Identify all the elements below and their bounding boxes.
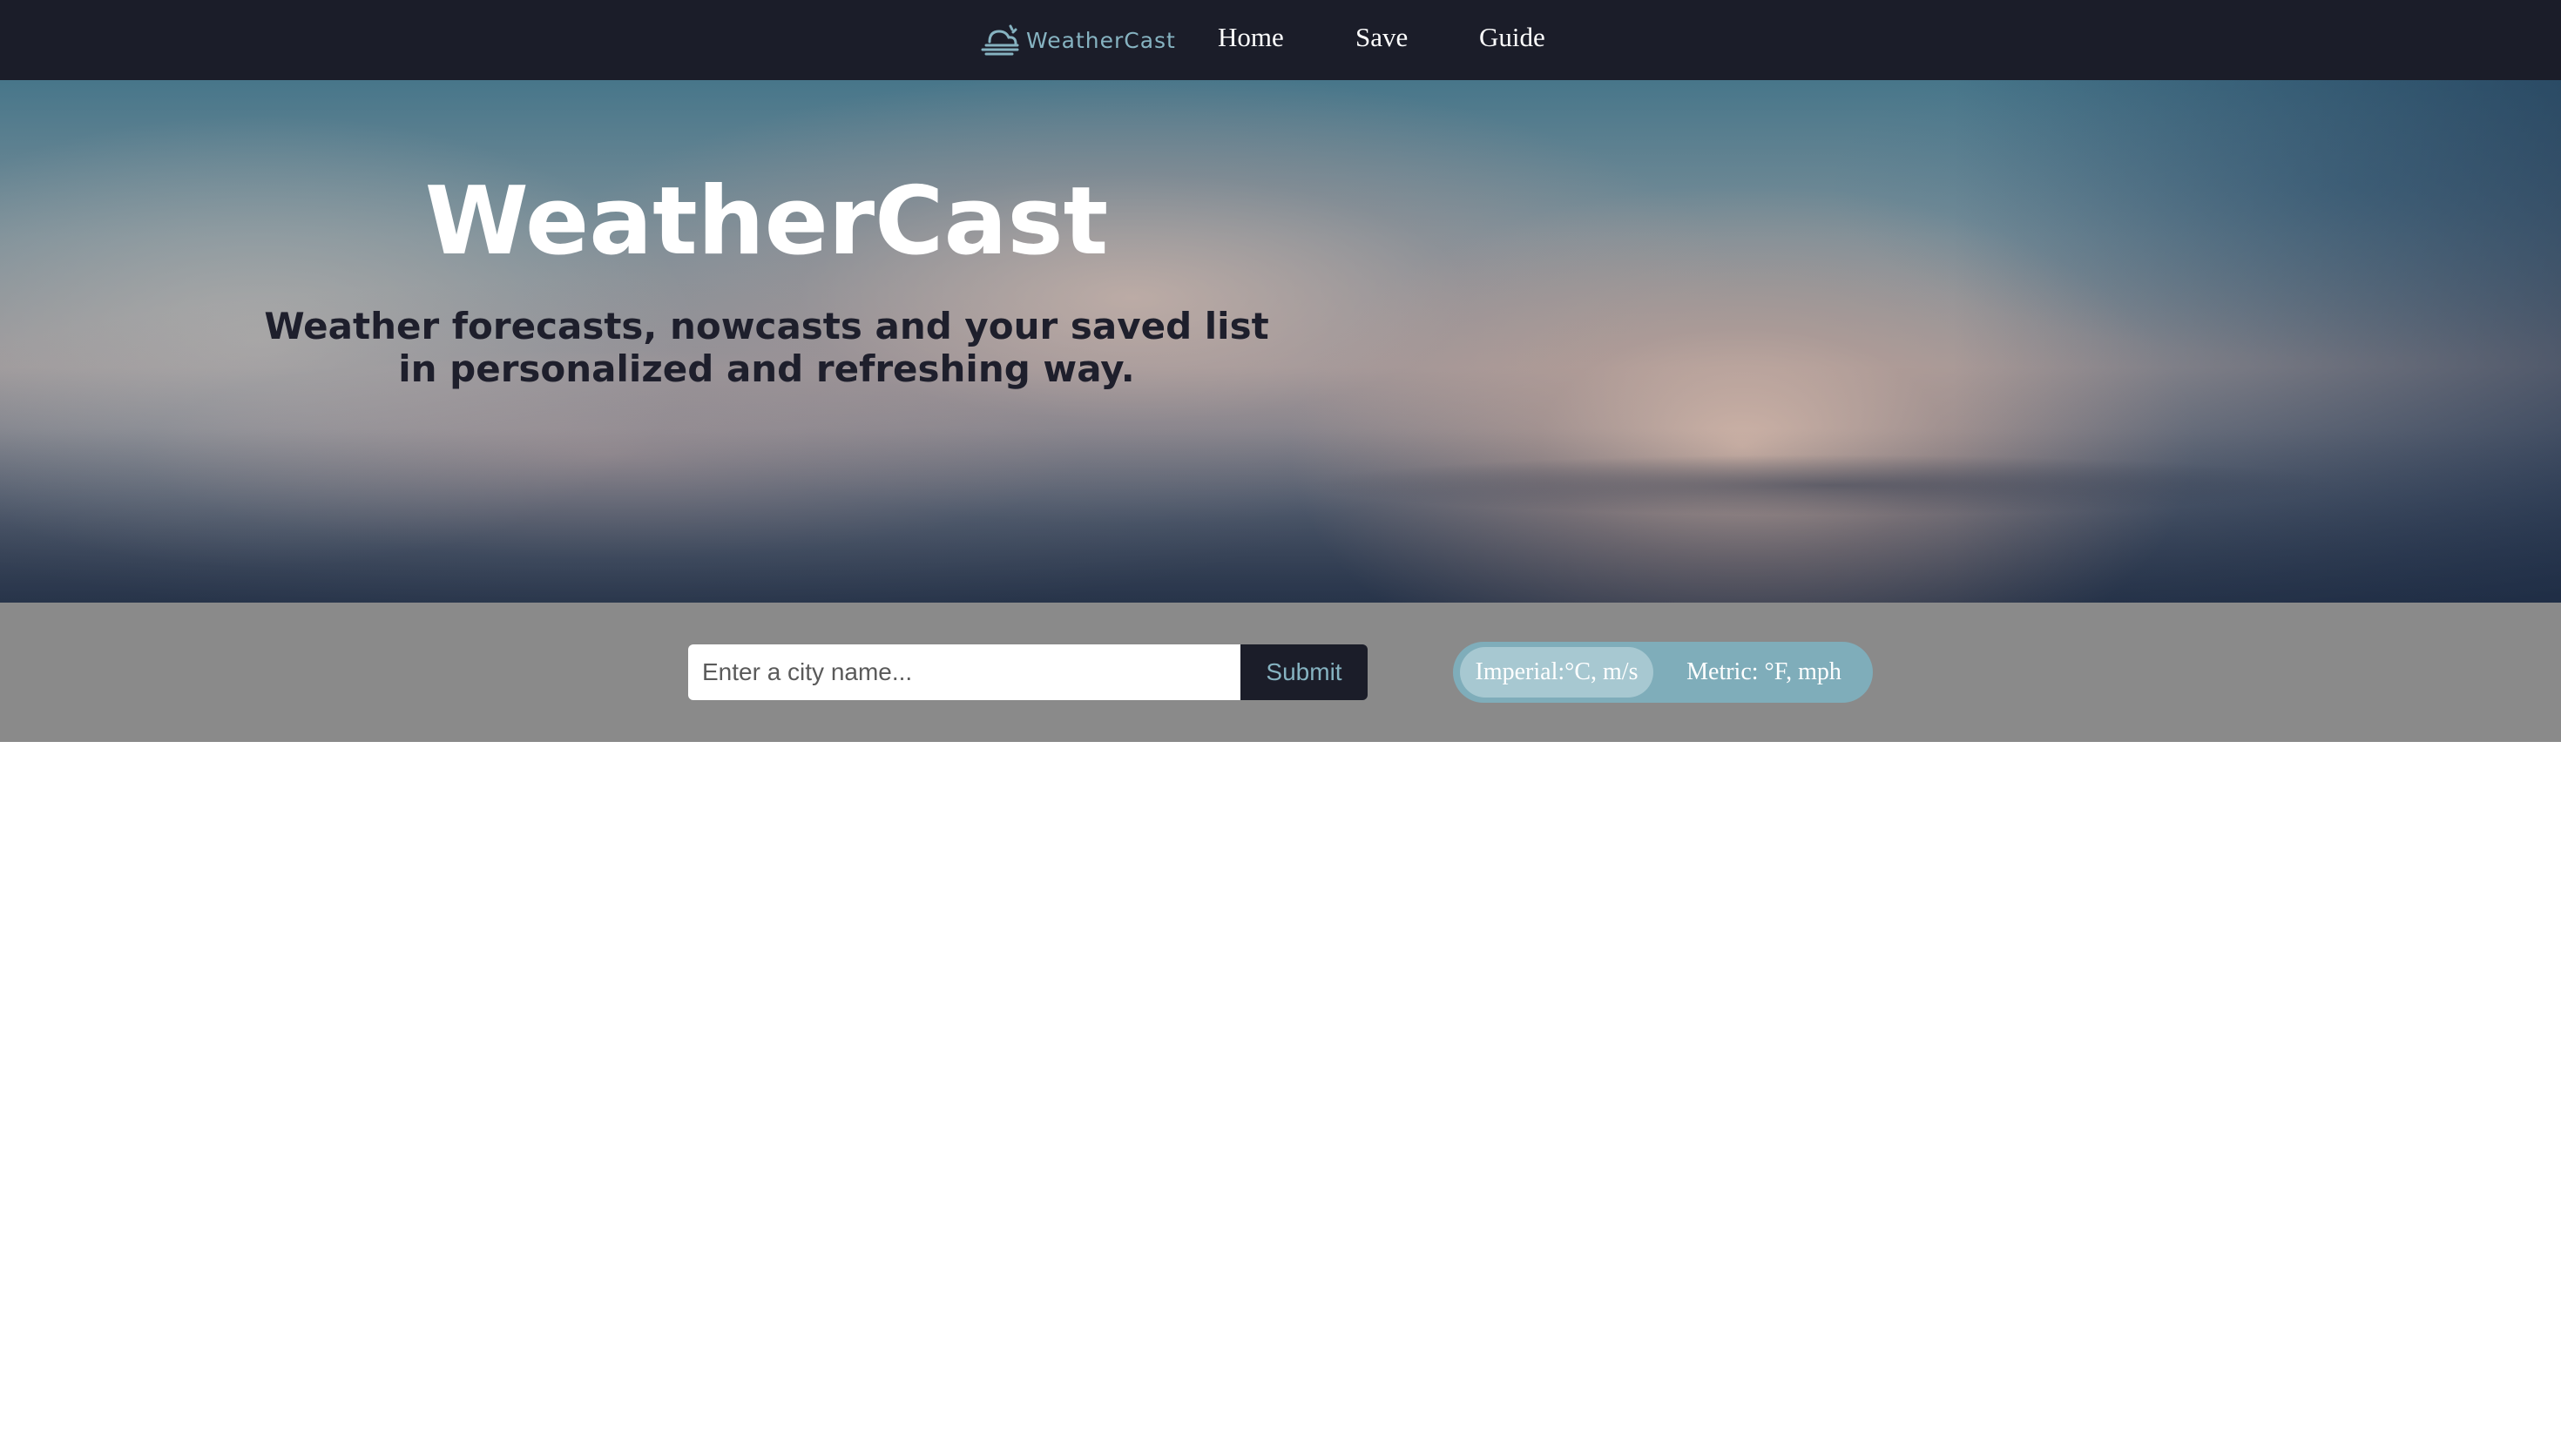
nav-link-save[interactable]: Save <box>1355 0 1408 75</box>
hero-shade-bottom <box>0 428 2561 603</box>
nav-link-home[interactable]: Home <box>1218 0 1284 75</box>
sun-cloud-icon <box>981 24 1019 56</box>
main-content-area <box>0 742 2561 1456</box>
city-search-form: Submit <box>688 644 1368 700</box>
hero-subtitle: Weather forecasts, nowcasts and your sav… <box>264 305 1269 390</box>
hero-title: WeatherCast <box>424 167 1109 276</box>
brand-logo-link[interactable]: WeatherCast <box>977 16 1176 64</box>
hero-banner: WeatherCast Weather forecasts, nowcasts … <box>0 80 2561 603</box>
submit-button[interactable]: Submit <box>1240 644 1368 700</box>
unit-toggle: Imperial:°C, m/s Metric: °F, mph <box>1453 642 1873 703</box>
brand-name: WeatherCast <box>1026 27 1176 53</box>
unit-option-metric[interactable]: Metric: °F, mph <box>1664 647 1864 698</box>
top-navbar: WeatherCast Home Save Guide <box>0 0 2561 80</box>
city-search-input[interactable] <box>688 644 1240 700</box>
search-section: Submit Imperial:°C, m/s Metric: °F, mph <box>0 603 2561 742</box>
nav-link-guide[interactable]: Guide <box>1479 0 1545 75</box>
unit-option-imperial[interactable]: Imperial:°C, m/s <box>1460 647 1653 698</box>
